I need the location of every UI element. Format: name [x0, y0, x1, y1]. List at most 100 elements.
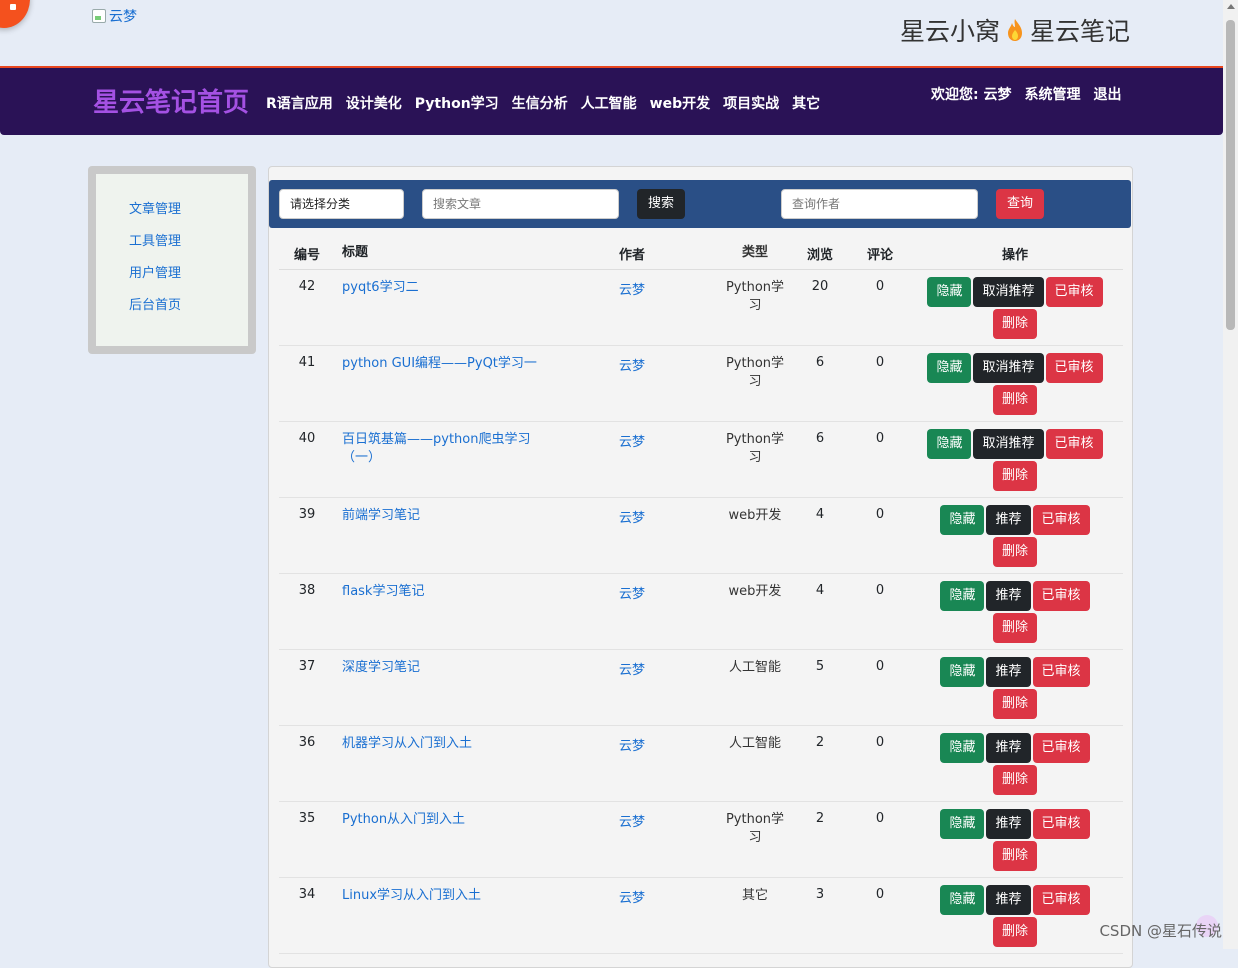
row-views: 4: [815, 507, 825, 522]
delete-button[interactable]: 删除: [992, 917, 1037, 947]
nav-item-web[interactable]: web开发: [650, 93, 710, 113]
row-title-link[interactable]: pyqt6学习二: [342, 279, 542, 297]
hide-button[interactable]: 隐藏: [940, 885, 985, 915]
header-comments: 评论: [866, 248, 893, 263]
row-title-link[interactable]: python GUI编程——PyQt学习一: [342, 355, 542, 373]
hide-button[interactable]: 隐藏: [940, 657, 985, 687]
row-title-link[interactable]: 深度学习笔记: [342, 659, 542, 677]
hide-button[interactable]: 隐藏: [927, 429, 972, 459]
row-actions: 隐藏 取消推荐 已审核 删除: [919, 353, 1111, 416]
article-search-input[interactable]: 搜索文章: [422, 189, 619, 219]
delete-button[interactable]: 删除: [992, 765, 1037, 795]
author-search-input[interactable]: 查询作者: [781, 189, 978, 219]
row-author-link[interactable]: 云梦: [619, 431, 645, 450]
row-author-link[interactable]: 云梦: [619, 355, 645, 374]
watermark: CSDN @星石传说: [1099, 922, 1222, 940]
row-id: 42: [298, 279, 316, 294]
sidebar-item-tools[interactable]: 工具管理: [129, 230, 248, 262]
row-views: 3: [815, 887, 825, 902]
delete-button[interactable]: 删除: [992, 309, 1037, 339]
reviewed-button[interactable]: 已审核: [1032, 809, 1090, 839]
scrollbar-thumb[interactable]: [1226, 20, 1235, 330]
row-title-link[interactable]: 前端学习笔记: [342, 507, 542, 525]
header-author: 作者: [619, 248, 646, 263]
recommend-button[interactable]: 取消推荐: [973, 277, 1044, 307]
row-title-link[interactable]: flask学习笔记: [342, 583, 542, 601]
hide-button[interactable]: 隐藏: [927, 277, 972, 307]
delete-button[interactable]: 删除: [992, 841, 1037, 871]
search-button[interactable]: 搜索: [637, 189, 685, 219]
row-author-link[interactable]: 云梦: [619, 811, 645, 830]
hide-button[interactable]: 隐藏: [940, 505, 985, 535]
hide-button[interactable]: 隐藏: [927, 353, 972, 383]
row-id: 35: [298, 811, 316, 826]
reviewed-button[interactable]: 已审核: [1045, 353, 1103, 383]
nav-item-other[interactable]: 其它: [792, 93, 820, 113]
table-row: 35 Python从入门到入土 云梦 Python学习 2 0 隐藏 推荐 已审核删…: [279, 802, 1123, 878]
row-author-link[interactable]: 云梦: [619, 659, 645, 678]
reviewed-button[interactable]: 已审核: [1032, 885, 1090, 915]
system-admin-link[interactable]: 系统管理: [1024, 84, 1080, 104]
delete-button[interactable]: 删除: [992, 613, 1037, 643]
recommend-button[interactable]: 取消推荐: [973, 429, 1044, 459]
hide-button[interactable]: 隐藏: [940, 809, 985, 839]
nav-item-bioinfo[interactable]: 生信分析: [512, 93, 568, 113]
flame-icon: [1007, 19, 1022, 41]
row-author-link[interactable]: 云梦: [619, 279, 645, 298]
row-type: Python学习: [725, 356, 785, 389]
recommend-button[interactable]: 推荐: [986, 657, 1031, 687]
delete-button[interactable]: 删除: [992, 689, 1037, 719]
nav-item-design[interactable]: 设计美化: [346, 93, 402, 113]
nav-item-r[interactable]: R语言应用: [266, 93, 333, 113]
nav-item-projects[interactable]: 项目实战: [723, 93, 779, 113]
sidebar-item-users[interactable]: 用户管理: [129, 262, 248, 294]
hide-button[interactable]: 隐藏: [940, 733, 985, 763]
floating-action-badge[interactable]: [0, 0, 30, 28]
logo-alt-text: 云梦: [109, 9, 137, 25]
delete-button[interactable]: 删除: [992, 385, 1037, 415]
hide-button[interactable]: 隐藏: [940, 581, 985, 611]
sidebar-item-home[interactable]: 后台首页: [129, 294, 248, 326]
reviewed-button[interactable]: 已审核: [1032, 581, 1090, 611]
welcome-user[interactable]: 欢迎您: 云梦: [931, 84, 1011, 104]
reviewed-button[interactable]: 已审核: [1032, 657, 1090, 687]
page-scrollbar[interactable]: [1223, 0, 1238, 949]
row-id: 40: [298, 431, 316, 446]
site-brand: 星云小窝 星云笔记: [900, 12, 1130, 48]
site-name-right: 星云笔记: [1029, 17, 1130, 46]
recommend-button[interactable]: 推荐: [986, 809, 1031, 839]
row-views: 20: [811, 279, 829, 294]
nav-item-ai[interactable]: 人工智能: [581, 93, 637, 113]
row-author-link[interactable]: 云梦: [619, 887, 645, 906]
site-logo[interactable]: 云梦: [92, 6, 137, 26]
row-title-link[interactable]: Linux学习从入门到入土: [342, 887, 542, 905]
reviewed-button[interactable]: 已审核: [1032, 733, 1090, 763]
recommend-button[interactable]: 推荐: [986, 885, 1031, 915]
logout-link[interactable]: 退出: [1093, 84, 1121, 104]
reviewed-button[interactable]: 已审核: [1045, 429, 1103, 459]
table-row: 37 深度学习笔记 云梦 人工智能 5 0 隐藏 推荐 已审核 删除: [279, 650, 1123, 726]
scroll-up-arrow-icon[interactable]: [1227, 4, 1235, 9]
nav-item-python[interactable]: Python学习: [415, 93, 499, 113]
row-title-link[interactable]: 百日筑基篇——python爬虫学习（一）: [342, 431, 542, 467]
category-select[interactable]: 请选择分类: [279, 189, 404, 219]
delete-button[interactable]: 删除: [992, 537, 1037, 567]
reviewed-button[interactable]: 已审核: [1045, 277, 1103, 307]
row-type: web开发: [728, 584, 782, 599]
recommend-button[interactable]: 推荐: [986, 505, 1031, 535]
row-author-link[interactable]: 云梦: [619, 507, 645, 526]
delete-button[interactable]: 删除: [992, 461, 1037, 491]
row-title-link[interactable]: Python从入门到入土: [342, 811, 542, 829]
nav-brand[interactable]: 星云笔记首页: [93, 82, 249, 119]
row-title-link[interactable]: 机器学习从入门到入土: [342, 735, 542, 753]
user-menu: 欢迎您: 云梦 系统管理 退出: [931, 84, 1121, 104]
row-author-link[interactable]: 云梦: [619, 735, 645, 754]
sidebar-item-articles[interactable]: 文章管理: [129, 198, 248, 230]
row-actions: 隐藏 取消推荐 已审核 删除: [919, 429, 1111, 492]
recommend-button[interactable]: 推荐: [986, 581, 1031, 611]
row-author-link[interactable]: 云梦: [619, 583, 645, 602]
recommend-button[interactable]: 取消推荐: [973, 353, 1044, 383]
query-button[interactable]: 查询: [996, 189, 1044, 219]
reviewed-button[interactable]: 已审核: [1032, 505, 1090, 535]
recommend-button[interactable]: 推荐: [986, 733, 1031, 763]
